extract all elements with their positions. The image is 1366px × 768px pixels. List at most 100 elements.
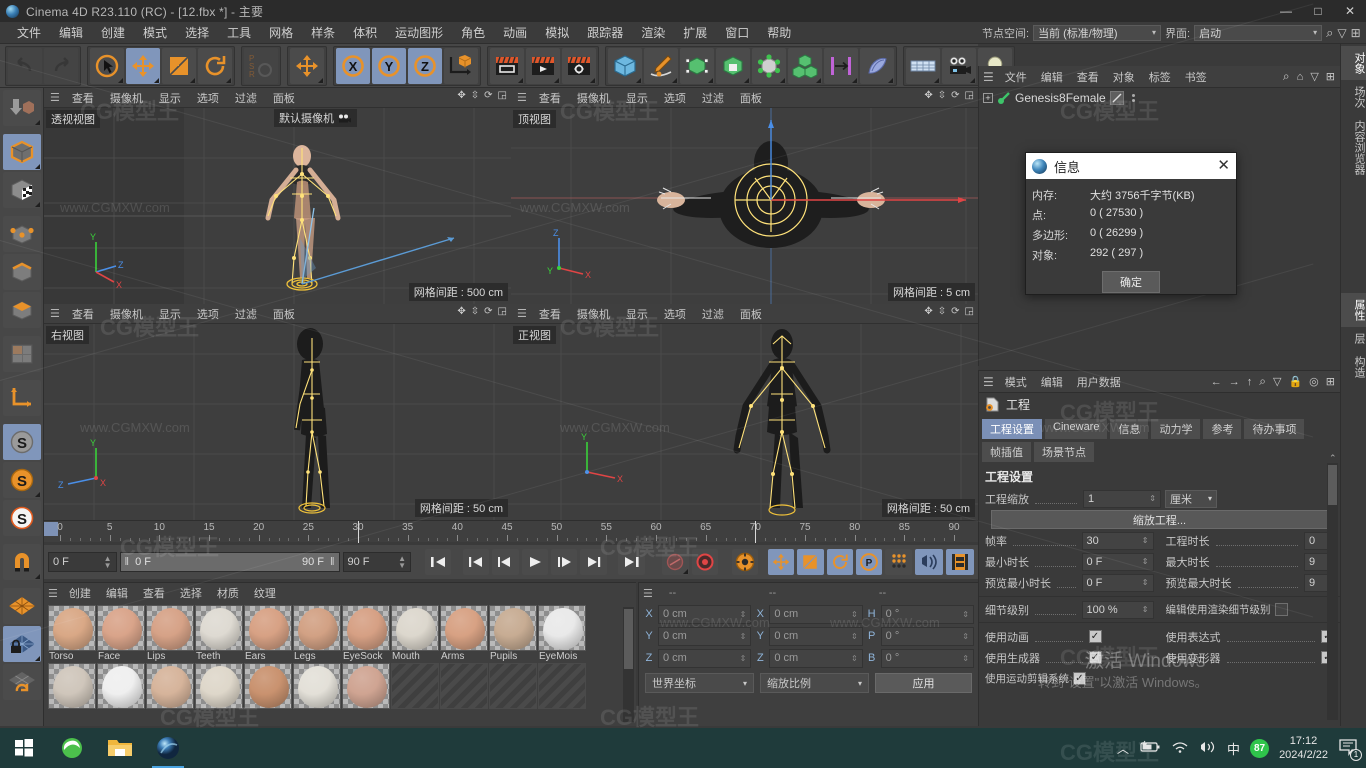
filter-icon[interactable]: ▽: [1310, 70, 1318, 83]
scale-project-button[interactable]: 缩放工程...: [991, 510, 1328, 529]
keyframe-settings-button[interactable]: [731, 549, 758, 575]
timeline-mode-button[interactable]: [946, 549, 974, 575]
orbit-icon[interactable]: ⟳: [484, 90, 492, 101]
current-frame-field[interactable]: 0 F ▲ ▼: [48, 552, 117, 572]
goto-end-button[interactable]: [618, 549, 645, 575]
texture-mode-button[interactable]: [2, 172, 41, 208]
material-swatch[interactable]: [48, 663, 96, 709]
material-cell[interactable]: [293, 663, 341, 709]
vp-menu-filter[interactable]: 过滤: [695, 89, 731, 107]
apply-button[interactable]: 应用: [875, 673, 972, 693]
rotation-field[interactable]: 0 ° ⇕: [880, 604, 974, 624]
workplane-lock-button[interactable]: [2, 626, 41, 662]
attribute-tab-3[interactable]: 动力学: [1150, 418, 1202, 440]
timeline-start-marker[interactable]: [44, 522, 58, 536]
position-field[interactable]: 0 cm ⇕: [658, 648, 752, 668]
make-editable-button[interactable]: [2, 90, 41, 126]
render-settings-button[interactable]: [562, 47, 596, 84]
spinner-icon[interactable]: ⇕: [1142, 605, 1149, 614]
material-swatch[interactable]: [146, 605, 194, 651]
snap-quantize-button[interactable]: S: [2, 500, 41, 536]
vp-menu-view[interactable]: 查看: [65, 89, 101, 107]
timeline-ruler[interactable]: 051015202530354045505560657075808590: [44, 520, 978, 543]
pan-icon[interactable]: ✥: [924, 90, 932, 101]
vp-menu-filter[interactable]: 过滤: [228, 89, 264, 107]
material-swatch[interactable]: [342, 605, 390, 651]
material-swatch[interactable]: [244, 663, 292, 709]
size-field[interactable]: 0 cm ⇕: [769, 626, 863, 646]
maximize-viewport-icon[interactable]: ◲: [965, 306, 974, 317]
maximize-viewport-icon[interactable]: ◲: [498, 90, 507, 101]
menu-item-3[interactable]: 模式: [134, 22, 176, 43]
psr-button[interactable]: PSR: [244, 47, 278, 84]
spline-pen-button[interactable]: [644, 47, 678, 84]
field-object-button[interactable]: [860, 47, 894, 84]
obj-menu-edit[interactable]: 编辑: [1034, 68, 1070, 86]
vp-menu-options[interactable]: 选项: [657, 305, 693, 323]
vp-menu-view[interactable]: 查看: [532, 305, 568, 323]
attribute-tab-4[interactable]: 参考: [1202, 418, 1243, 440]
attr-menu-edit[interactable]: 编辑: [1034, 373, 1070, 391]
vtab-takes[interactable]: 场次: [1341, 80, 1366, 114]
material-swatch[interactable]: [293, 605, 341, 651]
wifi-icon[interactable]: [1171, 740, 1189, 757]
menu-item-2[interactable]: 创建: [92, 22, 134, 43]
snap-settings-button[interactable]: S: [2, 462, 41, 498]
mat-menu-view[interactable]: 查看: [136, 584, 172, 602]
menu-item-9[interactable]: 运动图形: [386, 22, 452, 43]
hamburger-icon[interactable]: ☰: [643, 587, 653, 600]
record-keyframe-button[interactable]: [691, 549, 719, 575]
maximize-viewport-icon[interactable]: ◲: [498, 306, 507, 317]
timeline-marker[interactable]: [755, 521, 757, 543]
viewport-canvas-perspective[interactable]: Y Z X 透视视图 默认摄像机 网格间距 : 500 cm: [44, 108, 511, 304]
info-dialog-ok-button[interactable]: 确定: [1102, 271, 1160, 293]
attribute-tab-6[interactable]: 帧插值: [981, 441, 1032, 463]
material-swatch[interactable]: [48, 605, 96, 651]
material-swatch[interactable]: [146, 663, 194, 709]
attr-menu-userdata[interactable]: 用户数据: [1070, 373, 1128, 391]
material-empty-slot[interactable]: [538, 663, 586, 709]
mat-menu-select[interactable]: 选择: [173, 584, 209, 602]
size-field[interactable]: 0 cm ⇕: [769, 648, 863, 668]
vp-menu-camera[interactable]: 摄像机: [103, 89, 150, 107]
point-mode-button[interactable]: [2, 216, 41, 252]
hamburger-icon[interactable]: ☰: [517, 307, 527, 320]
preview-min-field[interactable]: 0 F ⇕: [1081, 573, 1154, 592]
prev-keyframe-button[interactable]: [462, 549, 490, 575]
move-tool-button[interactable]: [126, 47, 160, 84]
add-icon[interactable]: ⊞: [1351, 26, 1361, 40]
dolly-icon[interactable]: ⇳: [938, 306, 946, 317]
vp-menu-panel[interactable]: 面板: [266, 305, 302, 323]
lock-icon[interactable]: 🔒: [1288, 375, 1302, 388]
material-empty-slot[interactable]: [489, 663, 537, 709]
y-axis-button[interactable]: Y: [372, 47, 406, 84]
ime-indicator[interactable]: 中: [1227, 739, 1240, 758]
hamburger-icon[interactable]: ☰: [983, 375, 994, 389]
material-swatch[interactable]: [293, 663, 341, 709]
maximize-button[interactable]: □: [1302, 0, 1334, 22]
material-cell[interactable]: [97, 663, 145, 709]
material-cell[interactable]: Lips: [146, 605, 194, 662]
menu-item-8[interactable]: 体积: [344, 22, 386, 43]
notification-count-badge[interactable]: 87: [1250, 738, 1270, 758]
viewport-canvas-front[interactable]: Y X 正视图 网格间距 : 50 cm: [511, 324, 978, 520]
menu-item-10[interactable]: 角色: [452, 22, 494, 43]
min-time-field[interactable]: 0 F ⇕: [1081, 552, 1154, 571]
deformer-button[interactable]: [752, 47, 786, 84]
autokey-button[interactable]: [662, 549, 689, 575]
viewport-top[interactable]: ☰ 查看 摄像机 显示 选项 过滤 面板 ✥ ⇳ ⟳ ◲ Z X Y 顶视图 网…: [511, 88, 978, 304]
rotate-tool-button[interactable]: [198, 47, 232, 84]
menu-item-1[interactable]: 编辑: [50, 22, 92, 43]
add-icon[interactable]: ⊞: [1326, 70, 1335, 83]
key-rotation-button[interactable]: [826, 549, 854, 575]
obj-menu-bookmark[interactable]: 书签: [1178, 68, 1214, 86]
vp-menu-panel[interactable]: 面板: [733, 305, 769, 323]
close-button[interactable]: ✕: [1334, 0, 1366, 22]
attribute-tab-5[interactable]: 待办事项: [1243, 418, 1306, 440]
z-axis-button[interactable]: Z: [408, 47, 442, 84]
size-field[interactable]: 0 cm ⇕: [769, 604, 863, 624]
vp-menu-camera[interactable]: 摄像机: [570, 89, 617, 107]
menu-item-17[interactable]: 帮助: [758, 22, 800, 43]
vtab-objects[interactable]: 对象: [1341, 46, 1366, 80]
home-icon[interactable]: ⌂: [1297, 71, 1304, 83]
